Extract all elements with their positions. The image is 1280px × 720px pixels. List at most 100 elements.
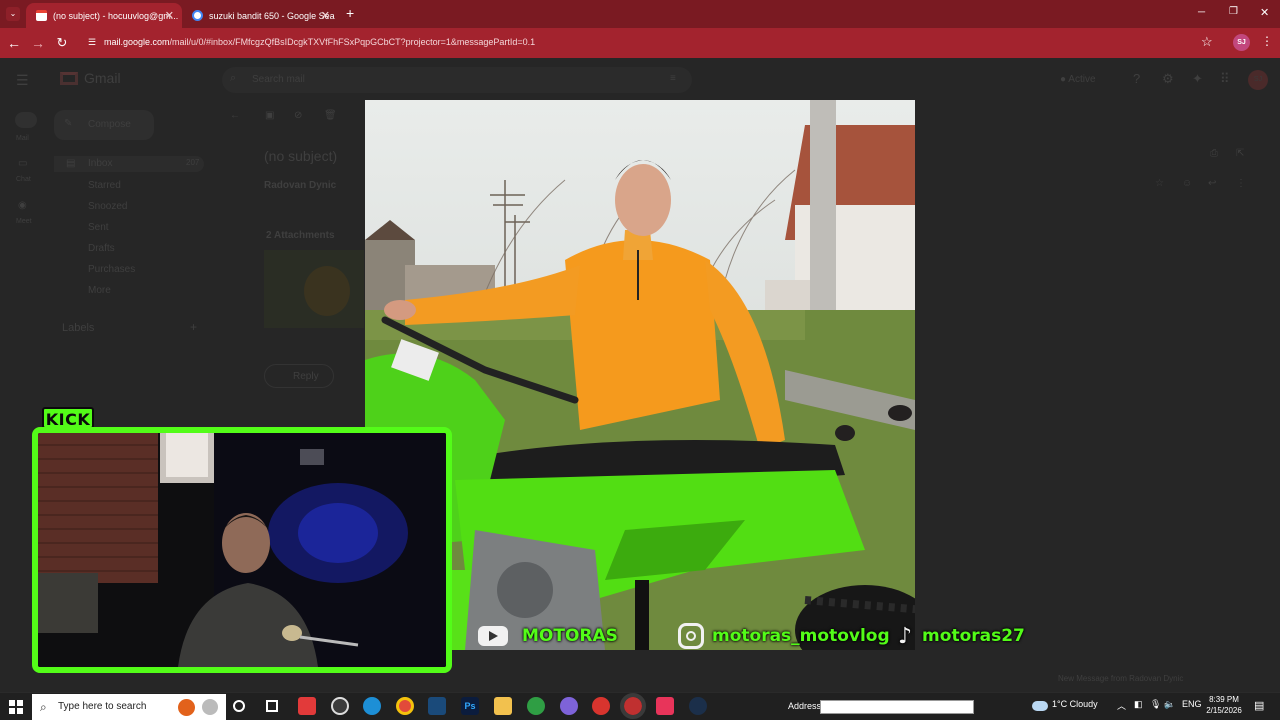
rail-chat-label: Chat — [16, 176, 31, 183]
print-icon[interactable]: ⎙ — [1210, 148, 1218, 159]
weather-icon — [1032, 701, 1048, 711]
tray-app-icon[interactable]: ◧ — [1134, 699, 1143, 710]
thumbnail-blob — [304, 266, 350, 316]
cortana-icon[interactable] — [233, 700, 245, 712]
youtube-handle: MOTORAS — [478, 622, 618, 650]
youtube-label: MOTORAS — [522, 626, 618, 646]
webcam-frame — [32, 427, 452, 673]
tiktok-app-icon[interactable] — [656, 697, 674, 715]
apps-icon[interactable]: ⠿ — [1220, 71, 1230, 87]
close-tab-icon[interactable]: ✕ — [165, 9, 174, 22]
instagram-label: motoras_motovlog — [712, 626, 890, 646]
notifications-icon[interactable]: ▤ — [1254, 699, 1264, 712]
back-to-inbox-icon[interactable]: ← — [230, 110, 240, 121]
nav-item-more[interactable]: More — [88, 285, 111, 296]
obs-icon[interactable] — [331, 697, 349, 715]
terminal-icon[interactable] — [428, 697, 446, 715]
tab-google-label: suzuki bandit 650 - Google Sea — [209, 10, 335, 21]
sender-name: Radovan Dynic — [264, 180, 337, 191]
youtube-icon — [478, 626, 508, 646]
address-toolbar-input[interactable] — [820, 700, 974, 714]
new-tab-button[interactable]: + — [346, 5, 354, 21]
url-host: mail.google.com — [104, 37, 170, 47]
reply-button[interactable]: Reply — [264, 364, 334, 388]
help-icon[interactable]: ? — [1133, 71, 1140, 86]
gmail-search-box[interactable]: ⌕ Search mail ≡ — [222, 67, 692, 93]
gmail-app-name: Gmail — [84, 70, 121, 86]
bookmark-star-icon[interactable]: ☆ — [1201, 34, 1213, 50]
emoji-icon[interactable]: ☺ — [1182, 178, 1192, 189]
close-window-button[interactable]: ✕ — [1260, 6, 1269, 19]
address-label: Address — [788, 701, 822, 711]
discord-icon[interactable] — [560, 697, 578, 715]
volume-icon[interactable]: 🔈 — [1164, 699, 1175, 710]
tab-search-button[interactable]: ⌄ — [6, 7, 20, 21]
adobe-app-icon[interactable] — [298, 697, 316, 715]
gemini-icon[interactable]: ✦ — [1192, 71, 1203, 87]
star-message-icon[interactable]: ☆ — [1155, 178, 1164, 189]
photoshop-icon[interactable]: Ps — [461, 697, 479, 715]
open-new-window-icon[interactable]: ⇱ — [1236, 148, 1244, 159]
restore-button[interactable]: ❐ — [1229, 6, 1238, 17]
nav-item-starred[interactable]: Starred — [88, 180, 121, 191]
new-message-notice[interactable]: New Message from Radovan Dynic — [1058, 674, 1183, 683]
weather-text[interactable]: 1°C Cloudy — [1052, 699, 1098, 709]
nav-item-sent[interactable]: Sent — [88, 222, 109, 233]
report-icon[interactable]: ⊘ — [294, 110, 302, 121]
basketball-icon — [178, 699, 195, 716]
microphone-icon[interactable]: 🎙 — [1150, 699, 1161, 710]
tiktok-handle: ♪ motoras27 — [898, 622, 1025, 650]
account-avatar[interactable]: SJ — [1248, 70, 1268, 90]
nav-item-snoozed[interactable]: Snoozed — [88, 201, 127, 212]
forward-icon[interactable]: → — [28, 33, 48, 53]
delete-icon[interactable]: 🗑 — [324, 110, 337, 121]
task-view-icon[interactable] — [266, 700, 278, 712]
kick-logo: KICK — [42, 407, 94, 429]
clock-date: 2/15/2026 — [1206, 706, 1242, 715]
close-tab-icon[interactable]: ✕ — [321, 9, 330, 22]
app-icon[interactable] — [592, 697, 610, 715]
meet-rail-icon[interactable]: ◉ — [18, 200, 27, 211]
chrome-icon[interactable] — [396, 697, 414, 715]
start-icon[interactable] — [9, 700, 23, 714]
tray-chevron-icon[interactable]: ︿ — [1117, 699, 1126, 712]
minimize-button[interactable]: ─ — [1198, 7, 1205, 18]
compose-button[interactable]: ✎ Compose — [54, 110, 154, 140]
more-icon[interactable]: ⋮ — [1236, 178, 1246, 189]
attachment-thumbnail[interactable] — [264, 250, 364, 328]
tab-google-search[interactable]: suzuki bandit 650 - Google Sea ✕ — [182, 3, 338, 28]
site-info-icon[interactable]: ☰ — [88, 33, 96, 52]
nav-item-inbox[interactable]: ▤ Inbox 207 — [54, 156, 204, 172]
profile-avatar[interactable]: SJ — [1233, 34, 1250, 51]
url-field[interactable]: ☰ mail.google.com/mail/u/0/#inbox/FMfcgz… — [82, 33, 1222, 52]
settings-icon[interactable]: ⚙ — [1162, 71, 1174, 87]
back-icon[interactable]: ← — [4, 33, 24, 53]
reload-icon[interactable]: ↻ — [52, 33, 72, 53]
main-menu-icon[interactable]: ☰ — [16, 72, 29, 89]
reply-icon[interactable]: ↩ — [1208, 178, 1216, 189]
chrome-profile-icon[interactable] — [527, 697, 545, 715]
gmail-search-placeholder: Search mail — [252, 74, 305, 85]
search-options-icon[interactable]: ≡ — [670, 73, 676, 84]
nav-item-drafts[interactable]: Drafts — [88, 243, 115, 254]
nav-item-purchases[interactable]: Purchases — [88, 264, 135, 275]
nav-inbox-label: Inbox — [88, 158, 113, 169]
steam-icon[interactable] — [689, 697, 707, 715]
mail-rail-icon[interactable] — [15, 112, 37, 128]
clock-time: 8:39 PM — [1209, 695, 1239, 704]
file-explorer-icon[interactable] — [494, 697, 512, 715]
chat-rail-icon[interactable]: ▭ — [18, 158, 27, 169]
clock[interactable]: 8:39 PM 2/15/2026 — [1204, 694, 1244, 716]
taskbar-search[interactable]: ⌕ Type here to search — [32, 694, 226, 720]
archive-icon[interactable]: ▣ — [265, 110, 274, 121]
gmail-icon — [36, 10, 47, 21]
status-indicator[interactable]: ● Active — [1060, 74, 1096, 85]
tab-gmail[interactable]: (no subject) - hocuuvlog@gm... ✕ — [26, 3, 182, 28]
url-path: /mail/u/0/#inbox/FMfcgzQfBsIDcgkTXVfFhFS… — [169, 37, 536, 47]
browser-menu-icon[interactable]: ⋮ — [1261, 34, 1273, 48]
edge-icon[interactable] — [363, 697, 381, 715]
add-label-icon[interactable]: + — [190, 320, 197, 334]
chrome-active-icon[interactable] — [620, 693, 646, 719]
search-icon: ⌕ — [230, 72, 237, 84]
language-indicator[interactable]: ENG — [1182, 699, 1202, 709]
